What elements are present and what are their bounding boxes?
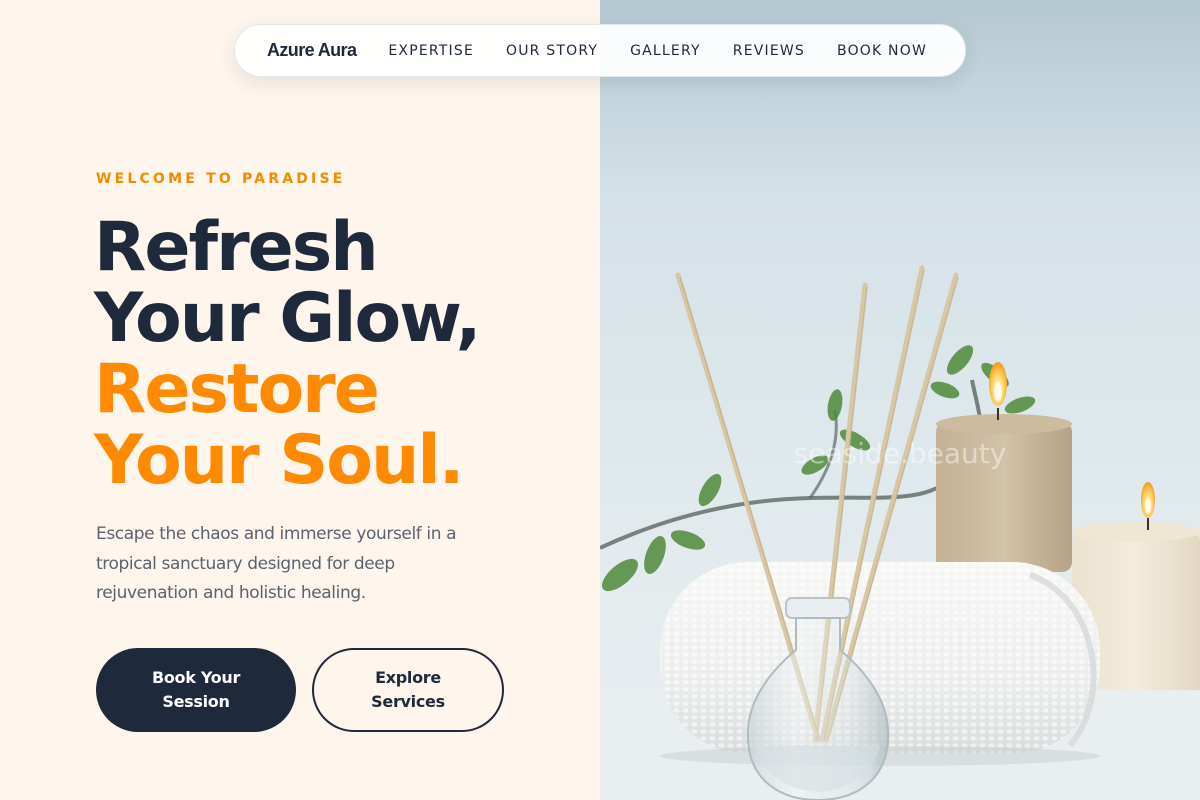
spa-photo: seaside.beauty [600, 0, 1200, 800]
headline-line-4: Your Soul. [94, 421, 465, 500]
nav-link-reviews[interactable]: REVIEWS [733, 43, 805, 59]
top-nav: Azure Aura EXPERTISE OUR STORY GALLERY R… [234, 24, 966, 77]
headline-line-1: Refresh [94, 208, 379, 287]
nav-link-gallery[interactable]: GALLERY [630, 43, 701, 59]
brand-logo[interactable]: Azure Aura [267, 40, 357, 61]
book-session-button[interactable]: Book Your Session [96, 648, 296, 732]
nav-link-our-story[interactable]: OUR STORY [506, 43, 598, 59]
watermark-text: seaside.beauty [794, 437, 1007, 470]
hero-headline: Refresh Your Glow, Restore Your Soul. [94, 208, 481, 500]
headline-line-3: Restore [94, 350, 380, 429]
hero-image: seaside.beauty [600, 0, 1200, 800]
hero-description: Escape the chaos and immerse yourself in… [96, 524, 457, 603]
landing-page: seaside.beauty Azure Aura EXPERTISE OUR … [0, 0, 1200, 800]
headline-line-2: Your Glow, [94, 279, 481, 358]
explore-services-button[interactable]: Explore Services [312, 648, 504, 732]
nav-link-expertise[interactable]: EXPERTISE [388, 43, 474, 59]
hero-eyebrow: WELCOME TO PARADISE [96, 171, 346, 187]
nav-link-book-now[interactable]: BOOK NOW [837, 43, 927, 59]
